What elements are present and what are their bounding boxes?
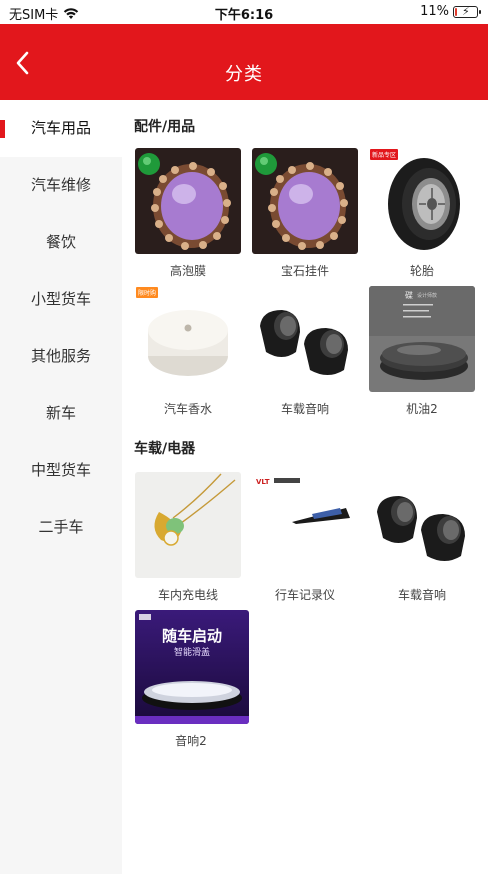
- promo-tag: 新品专区: [370, 149, 399, 160]
- product-item[interactable]: 车载音响: [251, 286, 359, 417]
- sidebar-item-car-repair[interactable]: 汽车维修: [0, 157, 122, 214]
- svg-text:碟: 碟: [405, 291, 413, 300]
- product-item[interactable]: 宝石挂件: [251, 148, 359, 279]
- product-item[interactable]: 车内充电线: [134, 472, 242, 603]
- sidebar-item-small-truck[interactable]: 小型货车: [0, 271, 122, 328]
- product-label: 音响2: [175, 734, 207, 748]
- sidebar-item-car-supplies[interactable]: 汽车用品: [0, 100, 122, 157]
- product-item[interactable]: 高泡膜: [134, 148, 242, 279]
- product-label: 车内充电线: [157, 588, 218, 602]
- speaker-image: [369, 472, 475, 578]
- status-bar: 无SIM卡 下午6:16 11% ⚡: [0, 0, 488, 24]
- section-title-electronics: 车载/电器: [134, 441, 196, 457]
- product-label: 行车记录仪: [274, 588, 335, 602]
- ad-headline: 随车启动: [162, 627, 222, 645]
- jade-necklace-image: [135, 472, 241, 578]
- car-diffuser-ad-image: 随车启动 智能滑盖: [135, 610, 249, 724]
- product-item[interactable]: 限时购 汽车香水: [134, 286, 242, 417]
- speaker-image: [252, 286, 358, 392]
- product-label: 轮胎: [409, 264, 434, 278]
- product-label: 宝石挂件: [280, 264, 329, 278]
- sidebar-item-new-car[interactable]: 新车: [0, 385, 122, 442]
- product-item[interactable]: VLT 行车记录仪: [251, 472, 359, 603]
- sidebar-item-other-services[interactable]: 其他服务: [0, 328, 122, 385]
- tire-image: 新品专区: [369, 148, 475, 254]
- ad-subtitle: 智能滑盖: [174, 646, 210, 658]
- category-content: 配件/用品 高泡膜 宝石挂件 新品专区 轮胎 限时购 汽车香水 车载音响 碟 设…: [122, 100, 488, 874]
- battery-icon: ⚡: [453, 5, 481, 18]
- product-label: 车载音响: [397, 588, 446, 602]
- product-item[interactable]: 随车启动 智能滑盖 音响2: [134, 610, 249, 749]
- product-item[interactable]: 车载音响: [368, 472, 476, 603]
- svg-text:设计师款: 设计师款: [417, 292, 437, 299]
- jade-pendant-image: [135, 148, 241, 254]
- svg-text:VLT: VLT: [256, 478, 270, 486]
- category-sidebar: 汽车用品 汽车维修 餐饮 小型货车 其他服务 新车 中型货车 二手车: [0, 100, 122, 874]
- product-label: 高泡膜: [169, 264, 206, 278]
- section-title-accessories: 配件/用品: [134, 119, 196, 135]
- status-time: 下午6:16: [214, 8, 274, 23]
- jade-pendant-image: [252, 148, 358, 254]
- page-body: 汽车用品 汽车维修 餐饮 小型货车 其他服务 新车 中型货车 二手车 配件/用品: [0, 100, 488, 874]
- product-label: 机油2: [406, 402, 438, 416]
- product-item[interactable]: 碟 设计师款 机油2: [368, 286, 476, 417]
- product-item[interactable]: 新品专区 轮胎: [368, 148, 476, 279]
- promo-tag: 限时购: [136, 287, 159, 298]
- page-title: 分类: [225, 64, 263, 85]
- dashcam-image: VLT: [252, 472, 358, 578]
- battery-percent: 11%: [420, 4, 449, 19]
- air-freshener-image: 限时购: [135, 286, 241, 392]
- product-label: 车载音响: [280, 402, 329, 416]
- sidebar-item-dining[interactable]: 餐饮: [0, 214, 122, 271]
- category-page: 无SIM卡 下午6:16 11% ⚡ 分类 汽车用品 汽车维修 餐饮 小型货车 …: [0, 0, 488, 874]
- sidebar-item-used-car[interactable]: 二手车: [0, 499, 122, 556]
- product-label: 汽车香水: [163, 402, 212, 416]
- nav-bar: 分类: [0, 24, 488, 100]
- sidebar-item-medium-truck[interactable]: 中型货车: [0, 442, 122, 499]
- aroma-diffuser-image: 碟 设计师款: [369, 286, 475, 392]
